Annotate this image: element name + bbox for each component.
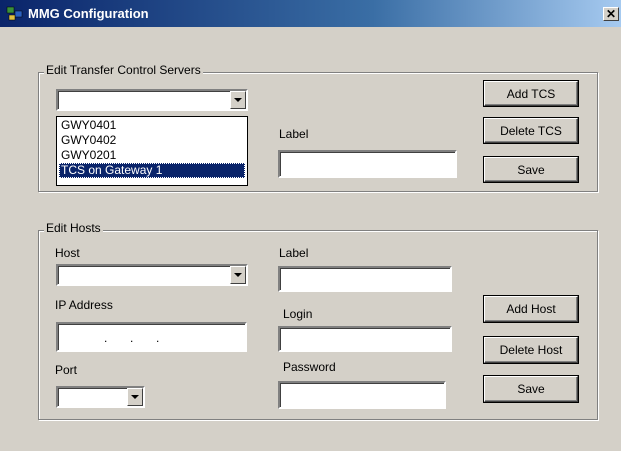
delete-tcs-button[interactable]: Delete TCS (484, 118, 578, 143)
save-tcs-button[interactable]: Save (484, 157, 578, 182)
ip-address-field[interactable]: . . . (56, 322, 247, 352)
password-caption: Password (283, 360, 336, 374)
chevron-down-icon[interactable] (230, 91, 246, 109)
tcs-dropdown-list[interactable]: GWY0401 GWY0402 GWY0201 TCS on Gateway 1 (56, 116, 248, 186)
list-item-selected[interactable]: TCS on Gateway 1 (59, 163, 245, 178)
port-dropdown[interactable] (56, 386, 145, 408)
ip-address-dots: . . . (104, 331, 161, 345)
host-label-input[interactable] (278, 266, 452, 292)
list-item[interactable]: GWY0401 (59, 118, 245, 133)
tcs-dropdown[interactable] (56, 89, 248, 111)
add-tcs-button[interactable]: Add TCS (484, 81, 578, 106)
chevron-down-icon[interactable] (127, 388, 143, 406)
password-input[interactable] (278, 381, 446, 409)
tcs-group-legend: Edit Transfer Control Servers (44, 63, 203, 77)
delete-host-button[interactable]: Delete Host (484, 337, 578, 363)
title-bar: MMG Configuration (0, 0, 621, 27)
window-title: MMG Configuration (28, 6, 149, 21)
list-item[interactable]: GWY0402 (59, 133, 245, 148)
tcs-label-caption: Label (279, 127, 309, 141)
chevron-down-icon[interactable] (230, 266, 246, 284)
host-label-caption: Label (279, 246, 309, 260)
close-icon[interactable]: ✕ (603, 7, 619, 21)
ip-address-caption: IP Address (55, 298, 113, 312)
list-item[interactable]: GWY0201 (59, 148, 245, 163)
app-icon (6, 6, 23, 21)
login-caption: Login (283, 307, 313, 321)
port-caption: Port (55, 363, 78, 377)
hosts-group-legend: Edit Hosts (44, 221, 103, 235)
host-caption: Host (55, 246, 80, 260)
tcs-label-input[interactable] (278, 150, 457, 178)
add-host-button[interactable]: Add Host (484, 296, 578, 322)
save-host-button[interactable]: Save (484, 376, 578, 402)
host-dropdown[interactable] (56, 264, 248, 286)
login-input[interactable] (278, 326, 452, 352)
